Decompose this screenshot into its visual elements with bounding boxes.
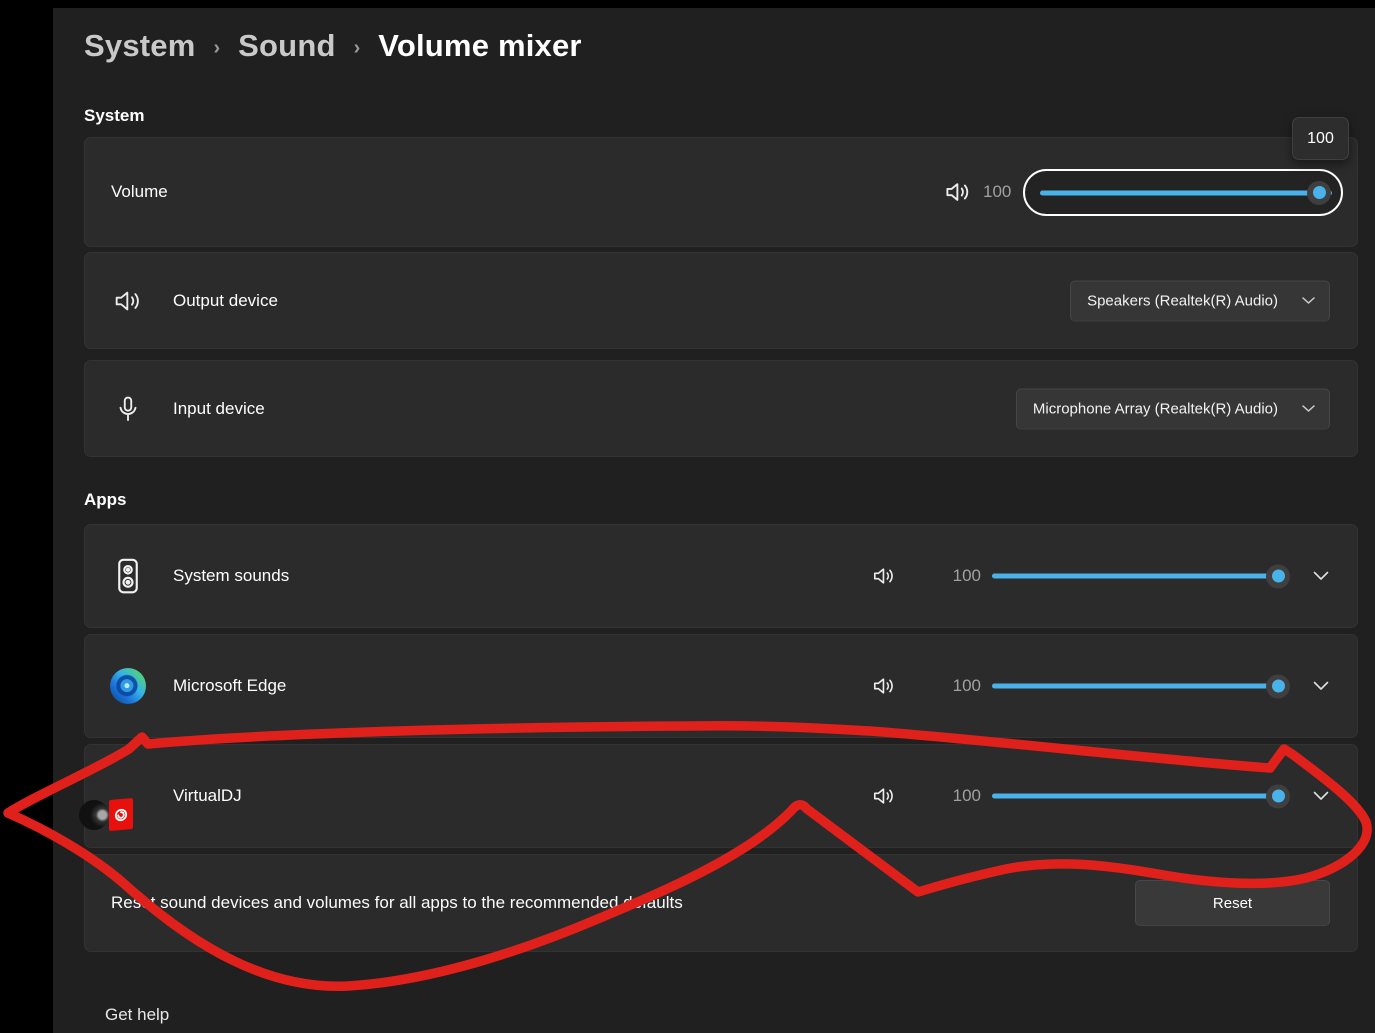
app-name: Microsoft Edge <box>173 676 286 696</box>
speaker-icon[interactable] <box>871 673 897 699</box>
reset-description: Reset sound devices and volumes for all … <box>111 893 683 913</box>
speaker-icon[interactable] <box>871 563 897 589</box>
volume-label: Volume <box>111 182 168 202</box>
input-device-value: Microphone Array (Realtek(R) Audio) <box>1033 400 1278 417</box>
input-device-label: Input device <box>173 399 265 419</box>
slider-thumb[interactable] <box>1307 181 1331 205</box>
app-volume-slider[interactable] <box>992 574 1278 579</box>
input-device-dropdown[interactable]: Microphone Array (Realtek(R) Audio) <box>1016 388 1330 429</box>
slider-thumb[interactable] <box>1266 784 1290 808</box>
app-volume-value: 100 <box>941 676 981 696</box>
settings-window: System › Sound › Volume mixer System Vol… <box>0 0 1375 1033</box>
microsoft-edge-logo <box>109 667 147 705</box>
speaker-icon <box>112 285 144 317</box>
app-row-system-sounds: System sounds 100 <box>84 524 1358 628</box>
slider-tooltip: 100 <box>1292 117 1349 160</box>
breadcrumb-system[interactable]: System <box>84 28 196 64</box>
section-header-system: System <box>84 106 1358 126</box>
volume-mixer-page: System › Sound › Volume mixer System Vol… <box>53 8 1375 1033</box>
reset-card: Reset sound devices and volumes for all … <box>84 854 1358 952</box>
input-device-card: Input device Microphone Array (Realtek(R… <box>84 360 1358 457</box>
chevron-down-icon[interactable] <box>1309 674 1333 698</box>
breadcrumb: System › Sound › Volume mixer <box>84 20 1358 72</box>
breadcrumb-separator: › <box>214 33 221 60</box>
system-sounds-icon <box>109 557 147 595</box>
volume-value: 100 <box>983 182 1021 202</box>
app-row-microsoft-edge: Microsoft Edge 100 <box>84 634 1358 738</box>
chevron-down-icon[interactable] <box>1309 564 1333 588</box>
slider-track[interactable] <box>1040 190 1332 195</box>
slider-thumb[interactable] <box>1266 564 1290 588</box>
app-row-virtualdj: VirtualDJ 100 <box>84 744 1358 848</box>
output-device-value: Speakers (Realtek(R) Audio) <box>1087 292 1278 309</box>
output-device-label: Output device <box>173 291 278 311</box>
section-header-apps: Apps <box>84 490 1358 510</box>
page-title: Volume mixer <box>378 28 581 64</box>
chevron-down-icon <box>1302 405 1315 413</box>
app-name: VirtualDJ <box>173 786 242 806</box>
footer-link-partial[interactable]: Get help <box>84 1005 1358 1015</box>
app-volume-value: 100 <box>941 786 981 806</box>
chevron-down-icon[interactable] <box>1309 784 1333 808</box>
app-volume-value: 100 <box>941 566 981 586</box>
slider-thumb[interactable] <box>1266 674 1290 698</box>
output-device-card: Output device Speakers (Realtek(R) Audio… <box>84 252 1358 349</box>
app-name: System sounds <box>173 566 289 586</box>
chevron-down-icon <box>1302 297 1315 305</box>
volume-card: Volume 100 100 <box>84 137 1358 247</box>
microphone-icon <box>112 393 144 425</box>
speaker-icon[interactable] <box>871 783 897 809</box>
reset-button[interactable]: Reset <box>1135 880 1330 926</box>
app-volume-slider[interactable] <box>992 794 1278 799</box>
volume-slider[interactable] <box>1023 169 1343 216</box>
speaker-icon[interactable] <box>943 177 973 207</box>
breadcrumb-separator: › <box>354 33 361 60</box>
app-volume-slider[interactable] <box>992 684 1278 689</box>
breadcrumb-sound[interactable]: Sound <box>238 28 335 64</box>
output-device-dropdown[interactable]: Speakers (Realtek(R) Audio) <box>1070 280 1330 321</box>
